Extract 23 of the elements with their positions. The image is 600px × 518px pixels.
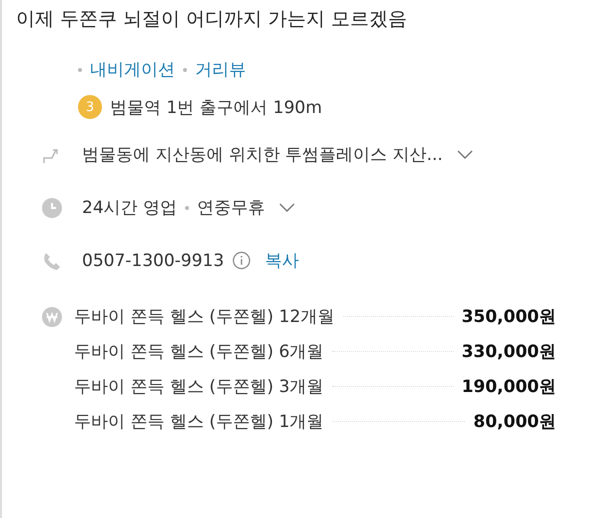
separator-dot [185,206,190,210]
address-text: 범물동에 지산동에 위치한 투썸플레이스 지산... [82,144,443,166]
phone-icon [42,250,62,270]
won-icon [42,307,62,327]
link[interactable]: 내비게이션 [90,58,175,81]
phone-number: 0507-1300-9913 [82,250,224,270]
copy-link[interactable]: 복사 [265,249,300,272]
link[interactable]: 거리뷰 [195,58,246,81]
station-distance: 범물역 1번 출구에서 190m [110,96,322,118]
price: 330,000원 [462,341,556,363]
price: 190,000원 [462,376,556,398]
hours-note: 연중무휴 [197,197,266,219]
post-title: 이제 두쫀쿠 뇌절이 어디까지 가는지 모르겠음 [15,7,408,32]
chevron-icon[interactable] [279,202,296,212]
chevron-icon[interactable] [456,150,473,160]
clock-icon [42,198,62,218]
hours-status: 24시간 영업 [82,197,178,219]
separator-dot [183,68,187,72]
station-badge: 3 [78,95,102,119]
info-icon[interactable] [232,251,252,270]
separator-dot [78,68,82,72]
price: 80,000원 [473,411,556,433]
price: 350,000원 [462,306,556,328]
